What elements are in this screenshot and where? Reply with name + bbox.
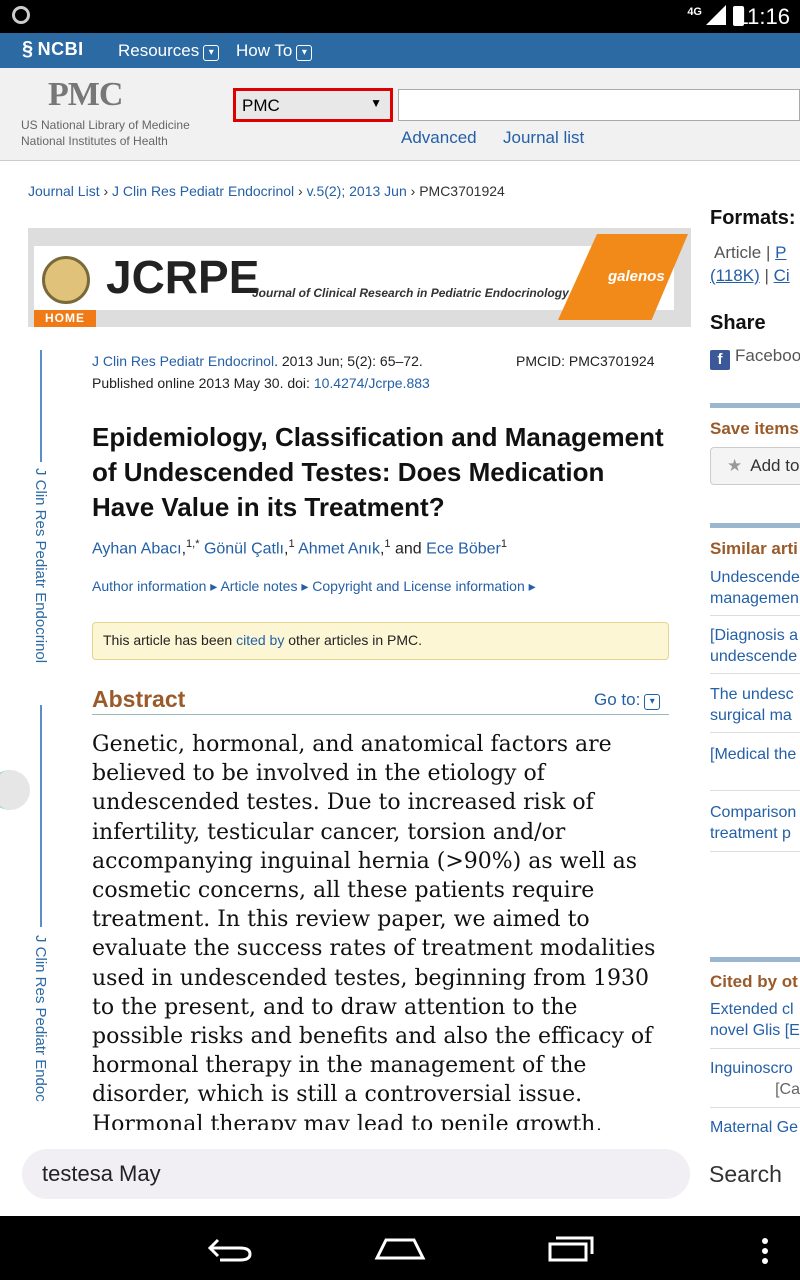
- article-notes-link[interactable]: Article notes ▸: [220, 578, 308, 594]
- home-icon[interactable]: [374, 1236, 426, 1262]
- journal-list-link[interactable]: Journal list: [503, 128, 584, 148]
- notification-icon: [12, 6, 30, 24]
- similar-articles-heading: Similar arti: [710, 539, 798, 558]
- star-icon: ★: [727, 456, 743, 475]
- abstract-text: Genetic, hormonal, and anatomical factor…: [92, 732, 656, 1130]
- breadcrumb: Journal List › J Clin Res Pediatr Endocr…: [28, 183, 505, 199]
- similar-article-link[interactable]: [Medical the: [710, 744, 800, 765]
- pdf-size-link[interactable]: (118K): [710, 266, 760, 285]
- library-name: US National Library of Medicine: [21, 118, 190, 132]
- formats-heading: Formats:: [710, 207, 796, 229]
- pmc-logo[interactable]: PMC: [48, 76, 123, 114]
- chevron-down-icon: ▾: [644, 694, 661, 710]
- section-divider: [710, 403, 800, 408]
- divider: [710, 851, 800, 852]
- breadcrumb-journal-list[interactable]: Journal List: [28, 183, 100, 199]
- abstract-heading: Abstract: [92, 686, 186, 712]
- search-input[interactable]: [398, 89, 800, 121]
- side-tab-line: [40, 705, 42, 927]
- author-link[interactable]: Ece Böber: [426, 540, 501, 557]
- formats-line: Article | P: [714, 243, 787, 262]
- divider: [710, 615, 800, 616]
- cited-article-link[interactable]: Extended cl novel Glis [E: [710, 999, 800, 1041]
- edge-handle[interactable]: [0, 770, 30, 810]
- citation-line: J Clin Res Pediatr Endocrinol. 2013 Jun;…: [92, 353, 423, 369]
- doi-link[interactable]: 10.4274/Jcrpe.883: [314, 375, 430, 391]
- breadcrumb-current: PMC3701924: [419, 183, 505, 199]
- journal-seal-logo: [42, 256, 90, 304]
- format-pdf-link[interactable]: P: [775, 243, 786, 262]
- network-type: 4G: [687, 6, 702, 18]
- dropdown-arrow-icon: ▼: [370, 96, 382, 110]
- publisher-logo: galenos: [608, 268, 665, 285]
- divider: [710, 1107, 800, 1108]
- journal-banner[interactable]: JCRPE Journal of Clinical Research in Pe…: [28, 228, 691, 327]
- cited-by-link[interactable]: cited by: [236, 632, 284, 648]
- cited-by-heading: Cited by ot: [710, 972, 798, 991]
- similar-article-link[interactable]: Comparison treatment p: [710, 802, 800, 844]
- author-info-link[interactable]: Author information ▸: [92, 578, 217, 594]
- institute-name: National Institutes of Health: [21, 134, 168, 148]
- chevron-down-icon: ▾: [296, 45, 313, 61]
- recent-apps-icon[interactable]: [546, 1234, 596, 1264]
- formats-line: (118K) | Ci: [710, 266, 790, 285]
- advanced-link[interactable]: Advanced: [401, 128, 477, 148]
- pmc-header: PMC US National Library of Medicine Nati…: [0, 68, 800, 161]
- side-tab-line: [40, 350, 42, 462]
- home-button[interactable]: HOME: [34, 310, 96, 327]
- similar-article-link[interactable]: Undescende managemen: [710, 567, 800, 609]
- search-button[interactable]: Search: [709, 1161, 782, 1188]
- share-heading: Share: [710, 312, 766, 334]
- pmcid: PMCID: PMC3701924: [516, 353, 655, 369]
- divider: [710, 673, 800, 674]
- breadcrumb-issue[interactable]: v.5(2); 2013 Jun: [307, 183, 407, 199]
- copyright-link[interactable]: Copyright and License information ▸: [312, 578, 535, 594]
- article-title: Epidemiology, Classification and Managem…: [92, 422, 664, 522]
- divider: [710, 732, 800, 733]
- side-tab-label[interactable]: J Clin Res Pediatr Endocrinol: [32, 468, 49, 663]
- find-bar: testesa May Search: [0, 1135, 800, 1215]
- ncbi-nav-bar: § NCBI Resources ▾ How To ▾: [0, 33, 800, 68]
- similar-article-link[interactable]: The undesc surgical ma: [710, 684, 800, 726]
- clock: 11:16: [736, 4, 790, 29]
- author-link[interactable]: Ayhan Abacı: [92, 540, 182, 557]
- cited-article-link[interactable]: Inguinoscro [Ca: [710, 1058, 800, 1100]
- side-tab-label[interactable]: J Clin Res Pediatr Endoc: [32, 935, 49, 1130]
- format-article-link[interactable]: Article: [714, 243, 761, 262]
- ncbi-logo[interactable]: § NCBI: [22, 38, 84, 61]
- divider: [92, 714, 669, 715]
- database-select[interactable]: PMC ▼: [233, 88, 393, 122]
- resources-menu[interactable]: Resources ▾: [118, 41, 220, 61]
- status-bar: 4G 11:16: [0, 0, 800, 33]
- find-input[interactable]: testesa May: [22, 1149, 690, 1199]
- facebook-icon: f: [710, 350, 730, 370]
- goto-menu[interactable]: Go to: ▾: [594, 690, 661, 710]
- author-link[interactable]: Ahmet Anık: [298, 540, 380, 557]
- journal-link[interactable]: J Clin Res Pediatr Endocrinol: [92, 353, 274, 369]
- menu-icon[interactable]: [758, 1236, 772, 1266]
- journal-logo-text: JCRPE: [106, 251, 260, 303]
- divider: [710, 1048, 800, 1049]
- author-list: Ayhan Abacı,1,* Gönül Çatlı,1 Ahmet Anık…: [92, 538, 507, 558]
- android-nav-bar: [0, 1216, 800, 1280]
- citation-link[interactable]: Ci: [774, 266, 790, 285]
- save-items-heading: Save items: [710, 419, 799, 438]
- author-link[interactable]: Gönül Çatlı: [204, 540, 284, 557]
- section-divider: [710, 957, 800, 962]
- howto-menu[interactable]: How To ▾: [236, 41, 313, 61]
- similar-article-link[interactable]: [Diagnosis a undescende: [710, 625, 800, 667]
- cited-by-notice: This article has been cited by other art…: [92, 622, 669, 660]
- add-to-button[interactable]: ★ Add to: [710, 447, 800, 485]
- chevron-down-icon: ▾: [203, 45, 220, 61]
- journal-subtitle: Journal of Clinical Research in Pediatri…: [252, 286, 569, 300]
- signal-icon: [706, 5, 726, 25]
- article-info-links: Author information ▸ Article notes ▸ Cop…: [92, 578, 536, 595]
- breadcrumb-journal[interactable]: J Clin Res Pediatr Endocrinol: [112, 183, 294, 199]
- section-divider: [710, 523, 800, 528]
- helix-icon: §: [22, 38, 34, 60]
- published-line: Published online 2013 May 30. doi: 10.42…: [92, 375, 430, 391]
- facebook-share[interactable]: f Faceboo: [710, 346, 800, 370]
- back-icon[interactable]: [206, 1234, 254, 1264]
- divider: [710, 790, 800, 791]
